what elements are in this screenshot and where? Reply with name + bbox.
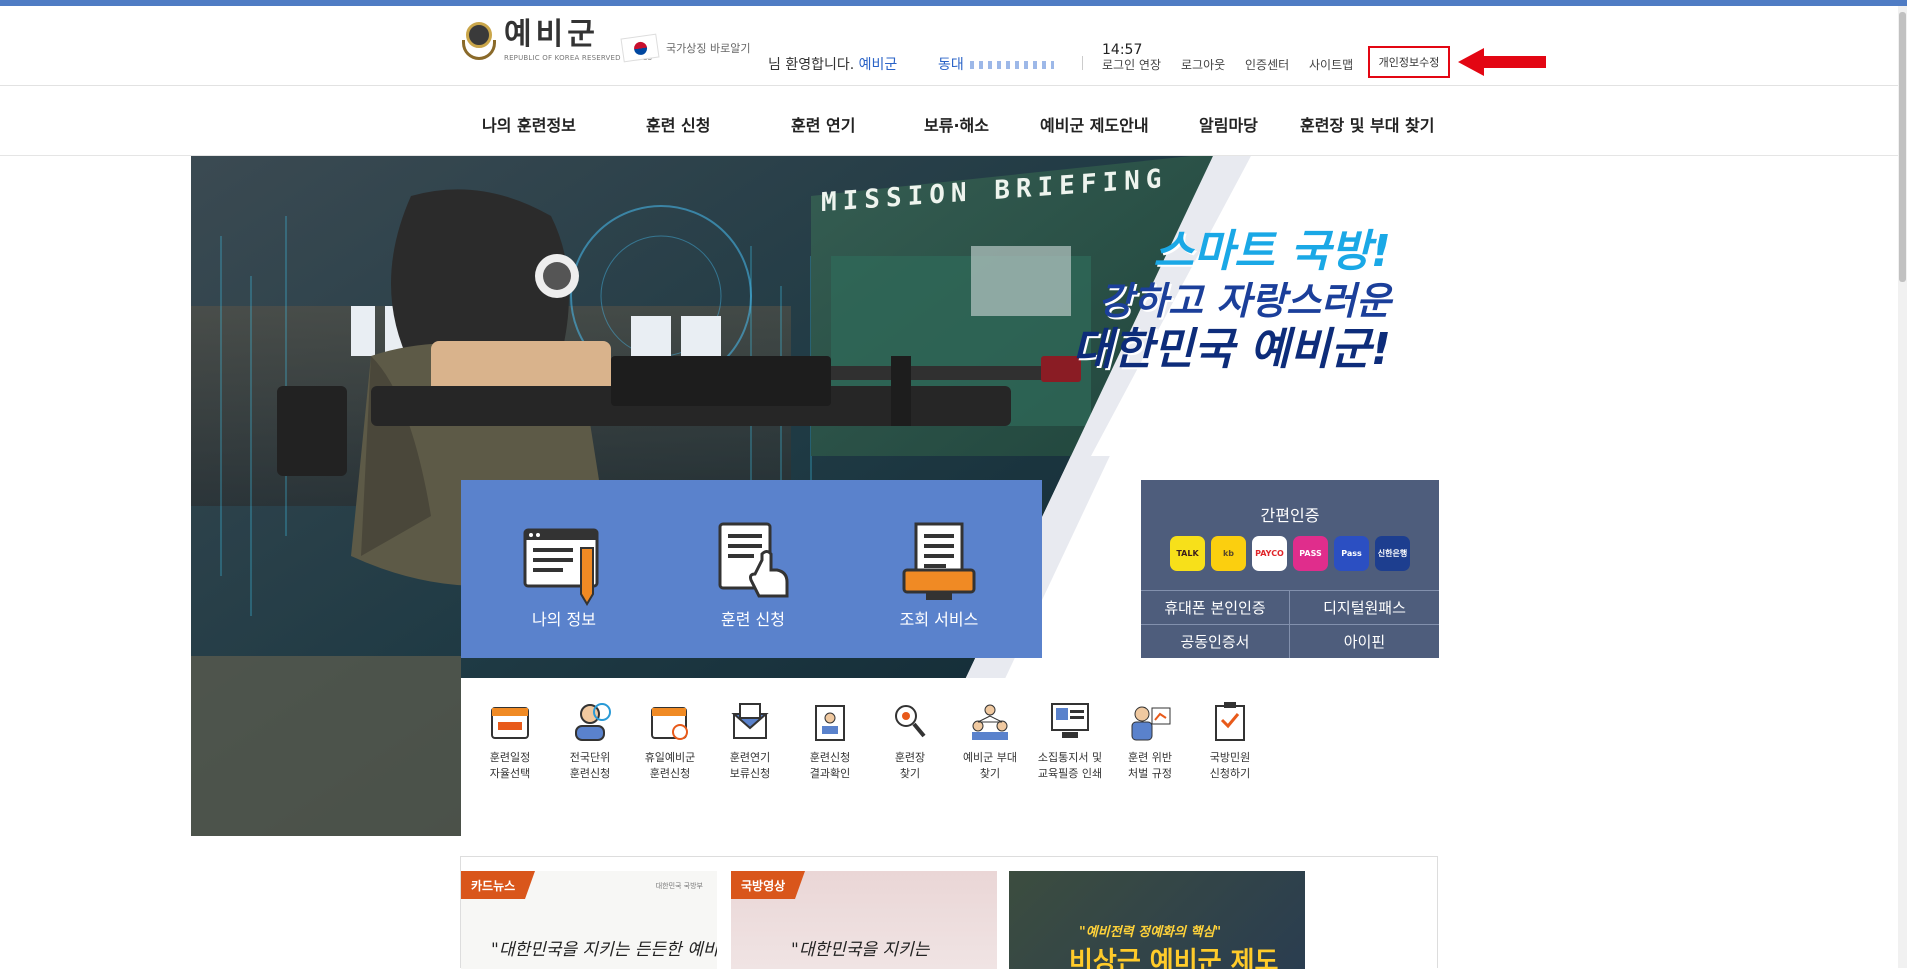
national-symbol-link[interactable]: 국가상징 바로알기 [620, 33, 751, 63]
nav-training-apply[interactable]: 훈련 신청 [646, 112, 710, 136]
my-info-label: 나의 정보 [532, 610, 596, 629]
auth-provider-1-icon[interactable]: kb [1211, 536, 1246, 571]
news-section: 카드뉴스 대한민국 국방부 "대한민국을 지키는 든든한 예비군" 국방영상 "… [460, 856, 1438, 969]
ipin-button[interactable]: 아이핀 [1290, 625, 1439, 659]
extend-login-link[interactable]: 로그인 연장 [1102, 56, 1161, 73]
training-apply-label: 훈련 신청 [721, 610, 785, 629]
digital-onepass-button[interactable]: 디지털원패스 [1290, 591, 1439, 625]
auth-options: 휴대폰 본인인증 디지털원패스 공동인증서 아이핀 [1141, 590, 1439, 658]
simple-auth-title: 간편인증 [1260, 506, 1320, 525]
apply-hand-icon [718, 522, 789, 598]
presenter-icon [1131, 706, 1171, 741]
quick-menu: 훈련일정 자율선택 전국단위 훈련신청 휴일예비군 훈련신청 훈련연기 보류신청 훈련신… [461, 678, 1441, 836]
lookup-monitor-icon [902, 522, 976, 600]
group-icon [972, 704, 1008, 740]
quick-menu-label: 국방민원 신청하기 [1209, 751, 1251, 780]
card-news-title: "대한민국을 지키는 든든한 예비군" [491, 940, 717, 960]
auth-provider-3-icon[interactable]: PASS [1293, 536, 1328, 571]
national-symbol-label: 국가상징 바로알기 [666, 42, 751, 55]
my-info-tile[interactable]: 나의 정보 [461, 480, 667, 658]
welcome-message: 님 환영합니다. 예비군 [768, 57, 898, 73]
masked-unit-name [969, 61, 1054, 69]
auth-provider-2-icon[interactable]: PAYCO [1252, 536, 1287, 571]
calendar-icon [491, 707, 529, 739]
hero-slogan: 스마트 국방! 강하고 자랑스러운 대한민국 예비군! [1072, 226, 1391, 375]
envelope-icon [731, 703, 769, 739]
user-unit: 동대 [938, 54, 1054, 74]
auth-provider-4-icon[interactable]: Pass [1334, 536, 1369, 571]
reserve-system-card[interactable]: "예비전력 정예화의 핵심" 비상근 예비군 제도 [1009, 871, 1305, 969]
red-arrow-annotation [1458, 48, 1546, 76]
person-globe-icon [575, 703, 611, 741]
nav-notice[interactable]: 알림마당 [1199, 112, 1258, 136]
printer-monitor-icon [1051, 703, 1089, 738]
logout-link[interactable]: 로그아웃 [1181, 56, 1225, 73]
header-divider [1082, 56, 1083, 70]
calendar-search-icon [651, 707, 688, 740]
hero-banner: MISSION BRIEFING 스마트 국방! 강하고 자랑스러운 대한민국 … [191, 156, 1441, 836]
lookup-service-tile[interactable]: 조회 서비스 [836, 480, 1042, 658]
card-news-org: 대한민국 국방부 [655, 882, 703, 890]
defense-video-card[interactable]: 국방영상 "대한민국을 지키는 [731, 871, 997, 969]
main-navigation: 나의 훈련정보 훈련 신청 훈련 연기 보류·해소 예비군 제도안내 알림마당 … [0, 86, 1907, 156]
map-search-icon [895, 705, 926, 738]
quick-menu-item-9[interactable]: 국방민원 신청하기 [1181, 700, 1279, 782]
nav-my-training[interactable]: 나의 훈련정보 [482, 112, 576, 136]
sitemap-link[interactable]: 사이트맵 [1309, 56, 1353, 73]
page-scrollbar[interactable] [1898, 6, 1907, 968]
card-news[interactable]: 카드뉴스 대한민국 국방부 "대한민국을 지키는 든든한 예비군" [461, 871, 717, 969]
edit-personal-info-link[interactable]: 개인정보수정 [1368, 46, 1450, 78]
auth-provider-5-icon[interactable]: 신한은행 [1375, 536, 1410, 571]
korean-flag-icon [620, 33, 660, 63]
nav-find-range[interactable]: 훈련장 및 부대 찾기 [1300, 112, 1434, 136]
auth-provider-list: TALK kb PAYCO PASS Pass 신한은행 [1141, 536, 1439, 571]
clipboard-person-icon [815, 705, 845, 741]
reserve-system-subtitle: "예비전력 정예화의 핵심" [1079, 925, 1222, 940]
lookup-service-label: 조회 서비스 [899, 610, 979, 629]
training-apply-tile[interactable]: 훈련 신청 [650, 480, 856, 658]
phone-verify-button[interactable]: 휴대폰 본인인증 [1141, 591, 1290, 625]
reserve-system-title: 비상근 예비군 제도 [1069, 947, 1279, 969]
emblem-icon [460, 18, 498, 64]
joint-certificate-button[interactable]: 공동인증서 [1141, 624, 1290, 658]
site-header: 예비군 REPUBLIC OF KOREA RESERVED FORCES 국가… [0, 6, 1907, 86]
auth-provider-0-icon[interactable]: TALK [1170, 536, 1205, 571]
defense-video-title: "대한민국을 지키는 [791, 940, 930, 960]
info-document-icon [523, 528, 599, 606]
welcome-org: 예비군 [858, 57, 898, 73]
card-news-badge: 카드뉴스 [461, 871, 536, 899]
checklist-icon [1215, 702, 1245, 741]
nav-system-guide[interactable]: 예비군 제도안내 [1040, 112, 1149, 136]
auth-center-link[interactable]: 인증센터 [1245, 56, 1289, 73]
nav-training-postpone[interactable]: 훈련 연기 [791, 112, 855, 136]
nav-hold-release[interactable]: 보류·해소 [924, 112, 989, 136]
defense-video-badge: 국방영상 [731, 871, 806, 899]
simple-auth-panel: 간편인증 TALK kb PAYCO PASS Pass 신한은행 휴대폰 본인인증 디지… [1141, 480, 1439, 658]
